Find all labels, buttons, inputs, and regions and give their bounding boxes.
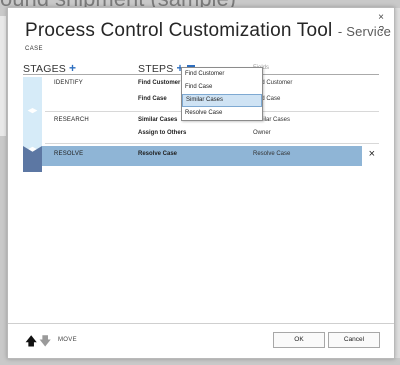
- dropdown-option-find-customer[interactable]: Find Customer: [182, 68, 262, 81]
- field-owner[interactable]: Owner: [253, 130, 271, 136]
- footer-divider: [8, 323, 394, 324]
- selected-step-row[interactable]: [42, 146, 362, 166]
- stage-name-identify: IDENTIFY: [54, 80, 83, 86]
- step-find-customer[interactable]: Find Customer: [138, 80, 180, 86]
- dialog-subtitle: - Service: [337, 24, 391, 39]
- arrow-up-icon[interactable]: 🡅: [25, 332, 37, 353]
- stage-divider: [45, 143, 379, 144]
- process-customization-dialog: × ? Process Control Customization Tool -…: [7, 7, 395, 359]
- stage-chevron-research[interactable]: [23, 108, 42, 152]
- dropdown-option-resolve-case[interactable]: Resolve Case: [182, 107, 262, 120]
- stage-chevron-identify[interactable]: [23, 77, 42, 113]
- step-dropdown-menu: Find Customer Find Case Similar Cases Re…: [181, 67, 263, 121]
- dropdown-option-find-case[interactable]: Find Case: [182, 81, 262, 94]
- step-find-case[interactable]: Find Case: [138, 96, 167, 102]
- stage-name-research: RESEARCH: [54, 117, 89, 123]
- delete-row-icon[interactable]: ×: [369, 148, 375, 160]
- stage-chevron-resolve[interactable]: [23, 146, 42, 172]
- dropdown-option-similar-cases[interactable]: Similar Cases: [182, 94, 262, 107]
- dialog-title-text: Process Control Customization Tool: [25, 20, 333, 41]
- step-resolve-case[interactable]: Resolve Case: [138, 151, 177, 157]
- arrow-down-icon[interactable]: 🡇: [39, 332, 51, 353]
- field-resolve-case[interactable]: Resolve Case: [253, 151, 290, 157]
- entity-label: CASE: [25, 46, 43, 52]
- stages-header: STAGES +: [23, 61, 76, 75]
- cancel-button[interactable]: Cancel: [328, 332, 380, 348]
- background-panel: [0, 16, 6, 136]
- stage-name-resolve: RESOLVE: [54, 151, 84, 157]
- add-stage-button[interactable]: +: [69, 61, 76, 75]
- dialog-title: Process Control Customization Tool - Ser…: [25, 20, 391, 42]
- move-label: MOVE: [58, 337, 77, 343]
- step-similar-cases[interactable]: Similar Cases: [138, 117, 177, 123]
- ok-button[interactable]: OK: [273, 332, 325, 348]
- step-assign-to-others[interactable]: Assign to Others: [138, 130, 186, 136]
